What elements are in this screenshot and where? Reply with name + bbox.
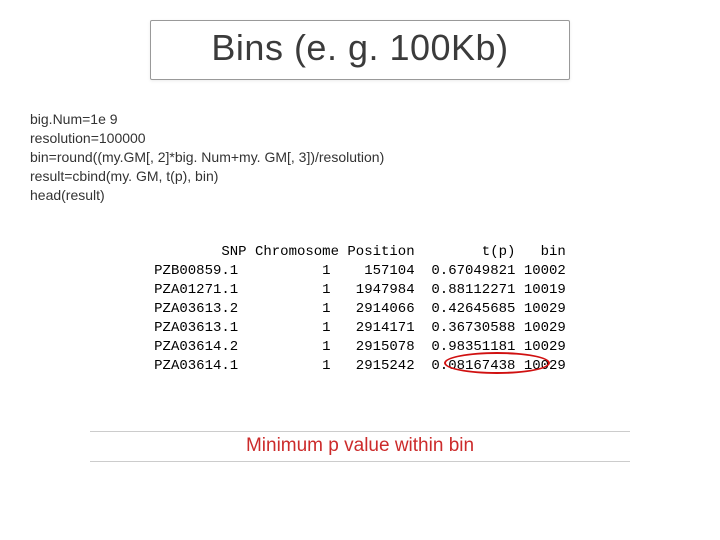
table-row: PZA03613.2 1 2914066 0.42645685 10029	[154, 301, 566, 317]
code-line: bin=round((my.GM[, 2]*big. Num+my. GM[, …	[30, 148, 690, 167]
code-line: result=cbind(my. GM, t(p), bin)	[30, 167, 690, 186]
table-header: SNP Chromosome Position t(p) bin	[154, 244, 566, 260]
caption: Minimum p value within bin	[246, 435, 474, 456]
code-line: big.Num=1e 9	[30, 110, 690, 129]
table-row: PZB00859.1 1 157104 0.67049821 10002	[154, 263, 566, 279]
code-block: big.Num=1e 9 resolution=100000 bin=round…	[30, 110, 690, 204]
table-row: PZA03613.1 1 2914171 0.36730588 10029	[154, 320, 566, 336]
table-row: PZA01271.1 1 1947984 0.88112271 10019	[154, 282, 566, 298]
code-line: head(result)	[30, 186, 690, 205]
data-table: SNP Chromosome Position t(p) bin PZB0085…	[154, 224, 566, 413]
code-line: resolution=100000	[30, 129, 690, 148]
table-row: PZA03614.1 1 2915242 0.08167438 10029	[154, 358, 566, 374]
caption-box: Minimum p value within bin	[90, 431, 630, 462]
slide-title: Bins (e. g. 100Kb)	[211, 27, 508, 69]
title-box: Bins (e. g. 100Kb)	[150, 20, 569, 80]
table-row: PZA03614.2 1 2915078 0.98351181 10029	[154, 339, 566, 355]
slide: Bins (e. g. 100Kb) big.Num=1e 9 resoluti…	[0, 0, 720, 540]
